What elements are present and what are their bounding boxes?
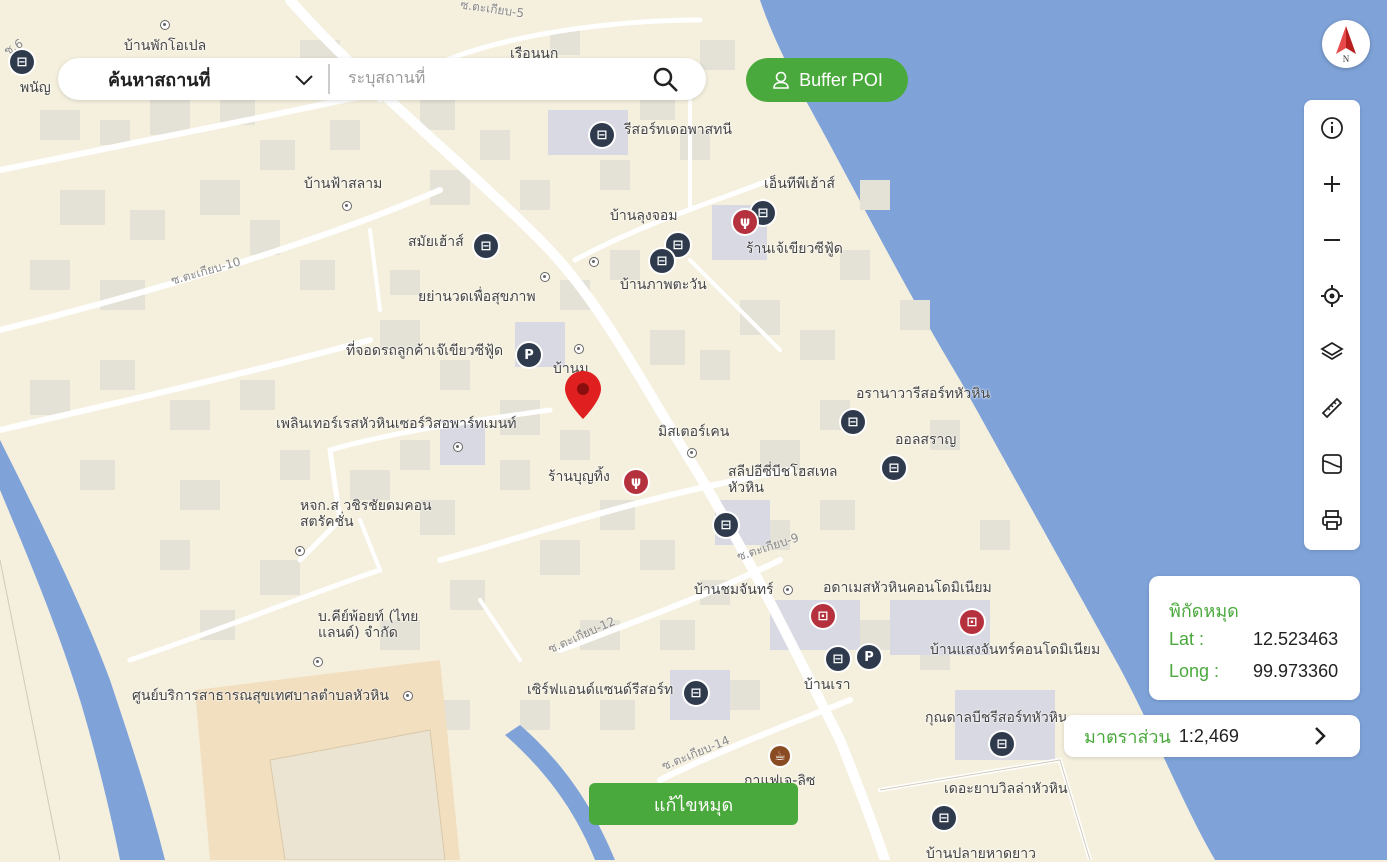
- map-label: สมัยเฮ้าส์: [408, 234, 464, 250]
- buffer-poi-label: Buffer POI: [799, 69, 883, 90]
- poi-dot[interactable]: [453, 442, 463, 452]
- hotel-icon[interactable]: ⊟: [841, 410, 865, 434]
- map-label: ออลสราญ: [895, 432, 957, 448]
- map-label: สลีปอีซี่บีชโฮสเทล หัวหิน: [728, 464, 838, 496]
- poi-dot[interactable]: [540, 272, 550, 282]
- measure-button[interactable]: [1318, 394, 1346, 422]
- poi-dot[interactable]: [687, 448, 697, 458]
- hotel-icon[interactable]: ⊟: [882, 456, 906, 480]
- scale-bar[interactable]: มาตราส่วน 1:2,469: [1064, 715, 1360, 757]
- lat-value: 12.523463: [1253, 629, 1339, 649]
- plus-icon: [1324, 176, 1340, 192]
- coordinates-panel: พิกัดหมุด Lat : 12.523463 Long : 99.9733…: [1149, 576, 1360, 700]
- map-icon: [1322, 454, 1342, 474]
- long-value: 99.973360: [1253, 661, 1339, 681]
- map-toolbar: [1304, 100, 1360, 550]
- map-label: บ้านฟ้าสลาม: [304, 176, 383, 192]
- building-icon[interactable]: ⊡: [960, 610, 984, 634]
- long-label: Long :: [1169, 661, 1220, 681]
- map-label: มิสเตอร์เคน: [658, 424, 730, 440]
- user-location-icon: [773, 71, 789, 89]
- map-label: บ้านพักโอเปล: [124, 38, 207, 54]
- search-input[interactable]: [346, 58, 630, 100]
- hotel-icon[interactable]: ⊟: [714, 513, 738, 537]
- poi-dot[interactable]: [295, 546, 305, 556]
- map-label: บ้านเรา: [804, 677, 851, 693]
- map-label: พนัญ: [20, 80, 51, 96]
- map-label: บ.คีย์พ้อยท์ (ไทยแลนด์) จำกัด: [318, 609, 419, 641]
- printer-icon: [1322, 510, 1342, 530]
- map-label: เอ็นทีพีเฮ้าส์: [764, 176, 835, 192]
- hotel-icon[interactable]: ⊟: [474, 234, 498, 258]
- hotel-icon[interactable]: ⊟: [684, 681, 708, 705]
- poi-dot[interactable]: [342, 201, 352, 211]
- search-type-dropdown[interactable]: ค้นหาสถานที่: [58, 58, 328, 100]
- map-label: บ้านชมจันทร์: [694, 582, 774, 598]
- poi-dot[interactable]: [313, 657, 323, 667]
- ruler-icon: [1321, 397, 1343, 419]
- map-label: ร้านบุญทิ้ง: [548, 469, 610, 485]
- hotel-icon[interactable]: ⊟: [826, 647, 850, 671]
- hotel-icon[interactable]: ⊟: [590, 123, 614, 147]
- search-icon[interactable]: [652, 66, 680, 94]
- location-pin-icon[interactable]: [564, 370, 602, 420]
- poi-dot[interactable]: [783, 585, 793, 595]
- minus-icon: [1324, 239, 1340, 241]
- edit-pin-button[interactable]: แก้ไขหมุด: [589, 783, 798, 825]
- parking-icon[interactable]: P: [517, 343, 541, 367]
- search-type-label: ค้นหาสถานที่: [108, 69, 211, 90]
- map-label: บ้านลุงจอม: [610, 208, 678, 224]
- map-label: หจก.ส วชิรชัยดมคอนสตรัคชั่น: [300, 498, 432, 530]
- poi-dot[interactable]: [589, 257, 599, 267]
- map-label: ร้านเจ้เขียวซีฟู้ด: [746, 241, 843, 257]
- poi-dot[interactable]: [160, 20, 170, 30]
- map-label: เดอะยาบวิลล่าหัวหิน: [944, 781, 1068, 797]
- zoom-out-button[interactable]: [1318, 226, 1346, 254]
- map-label: บ้านภาพตะวัน: [620, 277, 707, 293]
- coordinates-title: พิกัดหมุด: [1169, 601, 1239, 621]
- map-label: อดาเมสหัวหินคอนโดมิเนียม: [823, 580, 992, 596]
- restaurant-icon[interactable]: ψ: [624, 470, 648, 494]
- poi-dot[interactable]: [403, 691, 413, 701]
- hotel-icon[interactable]: ⊟: [10, 50, 34, 74]
- poi-dot[interactable]: [574, 344, 584, 354]
- map-label: กุณดาลบีชรีสอร์ทหัวหิน: [925, 710, 1068, 726]
- print-button[interactable]: [1318, 506, 1346, 534]
- map-label: ยย่านวดเพื่อสุขภาพ: [418, 289, 536, 305]
- map-label: บ้านแสงจันทร์คอนโดมิเนียม: [930, 642, 1101, 658]
- map-label: รีสอร์ทเดอพาสทนี: [624, 122, 732, 138]
- lat-label: Lat :: [1169, 629, 1205, 649]
- layers-icon: [1320, 341, 1344, 361]
- chevron-down-icon: [295, 75, 313, 86]
- cafe-icon[interactable]: ☕: [770, 746, 790, 766]
- layers-button[interactable]: [1318, 338, 1346, 366]
- compass-button[interactable]: N: [1322, 20, 1370, 68]
- map-label: เซิร์ฟแอนด์แซนด์รีสอร์ท: [527, 682, 674, 698]
- crosshair-icon: [1321, 285, 1343, 307]
- map-label: ศูนย์บริการสาธารณสุขเทศบาลตำบลหัวหิน: [132, 688, 389, 704]
- parking-icon[interactable]: P: [857, 645, 881, 669]
- search-bar: ค้นหาสถานที่: [58, 58, 706, 100]
- locate-button[interactable]: [1318, 282, 1346, 310]
- scale-label: มาตราส่วน: [1084, 726, 1171, 747]
- edit-pin-label: แก้ไขหมุด: [653, 794, 734, 815]
- hotel-icon[interactable]: ⊟: [990, 732, 1014, 756]
- building-icon[interactable]: ⊡: [811, 604, 835, 628]
- hotel-icon[interactable]: ⊟: [932, 806, 956, 830]
- search-divider: [328, 64, 330, 94]
- map-style-button[interactable]: [1318, 450, 1346, 478]
- scale-value: 1:2,469: [1178, 725, 1239, 746]
- restaurant-icon[interactable]: ψ: [733, 210, 757, 234]
- compass-icon: N: [1336, 26, 1356, 64]
- compass-north-label: N: [1343, 54, 1350, 64]
- zoom-in-button[interactable]: [1318, 170, 1346, 198]
- info-button[interactable]: [1318, 114, 1346, 142]
- map-label: ที่จอดรถลูกค้าเจ๊เขียวซีฟู้ด: [346, 343, 504, 359]
- buffer-poi-button[interactable]: Buffer POI: [746, 58, 908, 102]
- hotel-icon[interactable]: ⊟: [650, 249, 674, 273]
- map-label: อรานาวารีสอร์ทหัวหิน: [856, 386, 991, 402]
- info-icon: [1321, 117, 1343, 139]
- map-label: เพลินเทอร์เรสหัวหินเซอร์วิสอพาร์ทเมนท์: [276, 416, 517, 432]
- chevron-right-icon: [1315, 727, 1326, 745]
